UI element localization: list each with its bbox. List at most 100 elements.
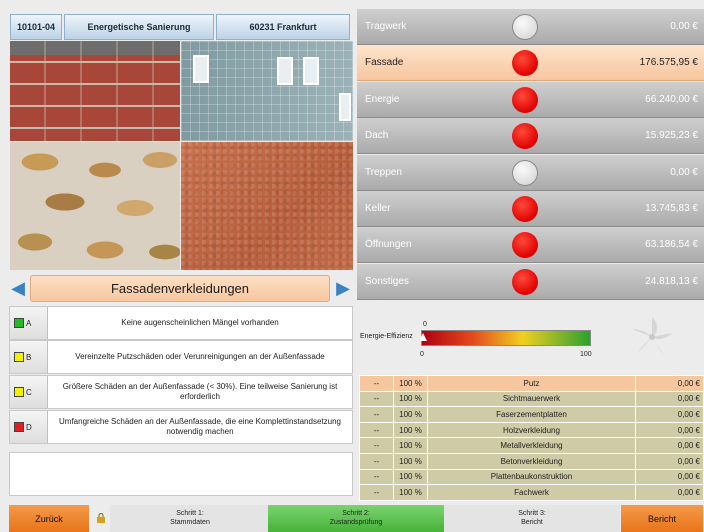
arrow-right-icon[interactable]: ▶: [334, 279, 352, 297]
category-title: Fassadenverkleidungen: [30, 275, 330, 302]
category-name: Sonstiges: [365, 275, 409, 287]
category-row[interactable]: Energie 66.240,00 €: [357, 81, 704, 118]
facade-photo-plaster[interactable]: [181, 142, 353, 270]
step-1-title: Schritt 1:: [176, 510, 204, 517]
material-dash: --: [359, 452, 394, 470]
category-cost: 63.186,54 €: [645, 239, 698, 251]
energy-efficiency-bar: [421, 330, 591, 346]
table-row[interactable]: -- 100 % Fachwerk 0,00 €: [359, 484, 704, 501]
material-dash: --: [359, 406, 394, 423]
step-3-tab[interactable]: Schritt 3: Bericht: [444, 505, 620, 532]
status-light-icon: [512, 268, 538, 295]
energy-scale-max: 100: [580, 351, 592, 358]
material-name: Faserzementplatten: [427, 406, 636, 423]
condition-tag[interactable]: D: [10, 411, 48, 443]
logo-icon: [632, 317, 672, 355]
material-name: Betonverkleidung: [427, 452, 636, 470]
material-cost: 0,00 €: [635, 406, 704, 423]
material-percent[interactable]: 100 %: [393, 421, 428, 439]
status-light-icon: [512, 50, 538, 77]
material-percent[interactable]: 100 %: [393, 437, 428, 454]
category-row[interactable]: Treppen 0,00 €: [357, 154, 704, 191]
condition-letter: A: [26, 318, 32, 328]
condition-tag[interactable]: A: [10, 307, 48, 339]
step-2-title: Schritt 2:: [342, 510, 370, 517]
category-cost: 24.818,13 €: [645, 275, 698, 287]
material-dash: --: [359, 468, 394, 486]
table-row[interactable]: -- 100 % Metallverkleidung 0,00 €: [359, 437, 704, 454]
project-city-tab: 60231 Frankfurt: [216, 14, 350, 40]
window-shape: [193, 55, 209, 83]
window-shape: [339, 93, 351, 121]
material-percent[interactable]: 100 %: [393, 484, 428, 501]
arrow-left-icon[interactable]: ◀: [9, 279, 27, 297]
back-button[interactable]: Zurück: [9, 505, 89, 532]
condition-tag[interactable]: B: [10, 341, 48, 373]
table-row[interactable]: -- 100 % Putz 0,00 €: [359, 375, 704, 392]
category-cost: 13.745,83 €: [645, 203, 698, 214]
condition-row-a[interactable]: A Keine augenscheinlichen Mängel vorhande…: [9, 306, 353, 340]
lock-icon: [97, 513, 105, 523]
material-name: Holzverkleidung: [427, 421, 636, 439]
step-2-subtitle: Zustandsprüfung: [329, 519, 383, 526]
category-name: Keller: [365, 203, 391, 214]
step-1-subtitle: Stammdaten: [170, 519, 210, 526]
energy-marker-triangle: [419, 333, 427, 341]
material-dash: --: [359, 390, 394, 408]
material-percent[interactable]: 100 %: [393, 406, 428, 423]
condition-tag[interactable]: C: [10, 376, 48, 408]
category-row[interactable]: Dach 15.925,23 €: [357, 118, 704, 155]
status-light-icon: [512, 159, 538, 186]
table-row[interactable]: -- 100 % Betonverkleidung 0,00 €: [359, 452, 704, 470]
category-name: Energie: [365, 93, 400, 105]
material-percent[interactable]: 100 %: [393, 452, 428, 470]
table-row[interactable]: -- 100 % Faserzementplatten 0,00 €: [359, 406, 704, 423]
material-cost: 0,00 €: [635, 452, 704, 470]
status-light-icon: [512, 232, 538, 259]
material-percent[interactable]: 100 %: [393, 375, 428, 392]
notes-field[interactable]: [9, 452, 353, 496]
category-row[interactable]: Fassade 176.575,95 €: [357, 45, 704, 82]
condition-color-swatch: [14, 352, 24, 362]
condition-row-c[interactable]: C Größere Schäden an der Außenfassade (< …: [9, 375, 353, 409]
material-percent[interactable]: 100 %: [393, 390, 428, 408]
category-name: Dach: [365, 130, 389, 142]
category-name: Treppen: [365, 166, 402, 178]
condition-letter: C: [26, 387, 32, 397]
project-id-tab: 10101-04: [10, 14, 62, 40]
condition-row-d[interactable]: D Umfangreiche Schäden an der Außenfassad…: [9, 410, 353, 444]
window-shape: [277, 57, 293, 85]
material-name: Sichtmauerwerk: [427, 390, 636, 408]
condition-row-b[interactable]: B Vereinzelte Putzschäden oder Verunreini…: [9, 340, 353, 374]
category-row[interactable]: Keller 13.745,83 €: [357, 191, 704, 227]
facade-photo-brick[interactable]: [10, 41, 180, 141]
project-title-tab: Energetische Sanierung: [64, 14, 214, 40]
table-row[interactable]: -- 100 % Holzverkleidung 0,00 €: [359, 421, 704, 439]
material-cost: 0,00 €: [635, 390, 704, 408]
table-row[interactable]: -- 100 % Sichtmauerwerk 0,00 €: [359, 390, 704, 408]
condition-letter: D: [26, 422, 32, 432]
material-cost: 0,00 €: [635, 375, 704, 392]
condition-color-swatch: [14, 318, 24, 328]
category-row[interactable]: Tragwerk 0,00 €: [357, 9, 704, 45]
material-percent[interactable]: 100 %: [393, 468, 428, 486]
material-dash: --: [359, 484, 394, 501]
step-3-subtitle: Bericht: [521, 519, 543, 526]
category-name: Öffnungen: [365, 239, 412, 251]
category-cost: 66.240,00 €: [645, 93, 698, 105]
category-row[interactable]: Öffnungen 63.186,54 €: [357, 227, 704, 264]
report-button[interactable]: Bericht: [621, 505, 703, 532]
condition-text: Vereinzelte Putzschäden oder Verunreinig…: [75, 352, 325, 361]
material-table: -- 100 % Putz 0,00 € -- 100 % Sichtmauerwerk 0,…: [359, 375, 704, 501]
step-1-tab[interactable]: Schritt 1: Stammdaten: [110, 505, 270, 532]
material-cost: 0,00 €: [635, 437, 704, 454]
facade-photo-stone[interactable]: [10, 142, 180, 270]
energy-marker-value: 0: [423, 321, 427, 328]
step-2-tab[interactable]: Schritt 2: Zustandsprüfung: [268, 505, 444, 532]
table-row[interactable]: -- 100 % Plattenbaukonstruktion 0,00 €: [359, 468, 704, 486]
condition-letter: B: [26, 352, 32, 362]
energy-scale-min: 0: [420, 351, 424, 358]
material-dash: --: [359, 437, 394, 454]
facade-photo-tiles[interactable]: [181, 41, 353, 141]
category-row[interactable]: Sonstiges 24.818,13 €: [357, 263, 704, 300]
